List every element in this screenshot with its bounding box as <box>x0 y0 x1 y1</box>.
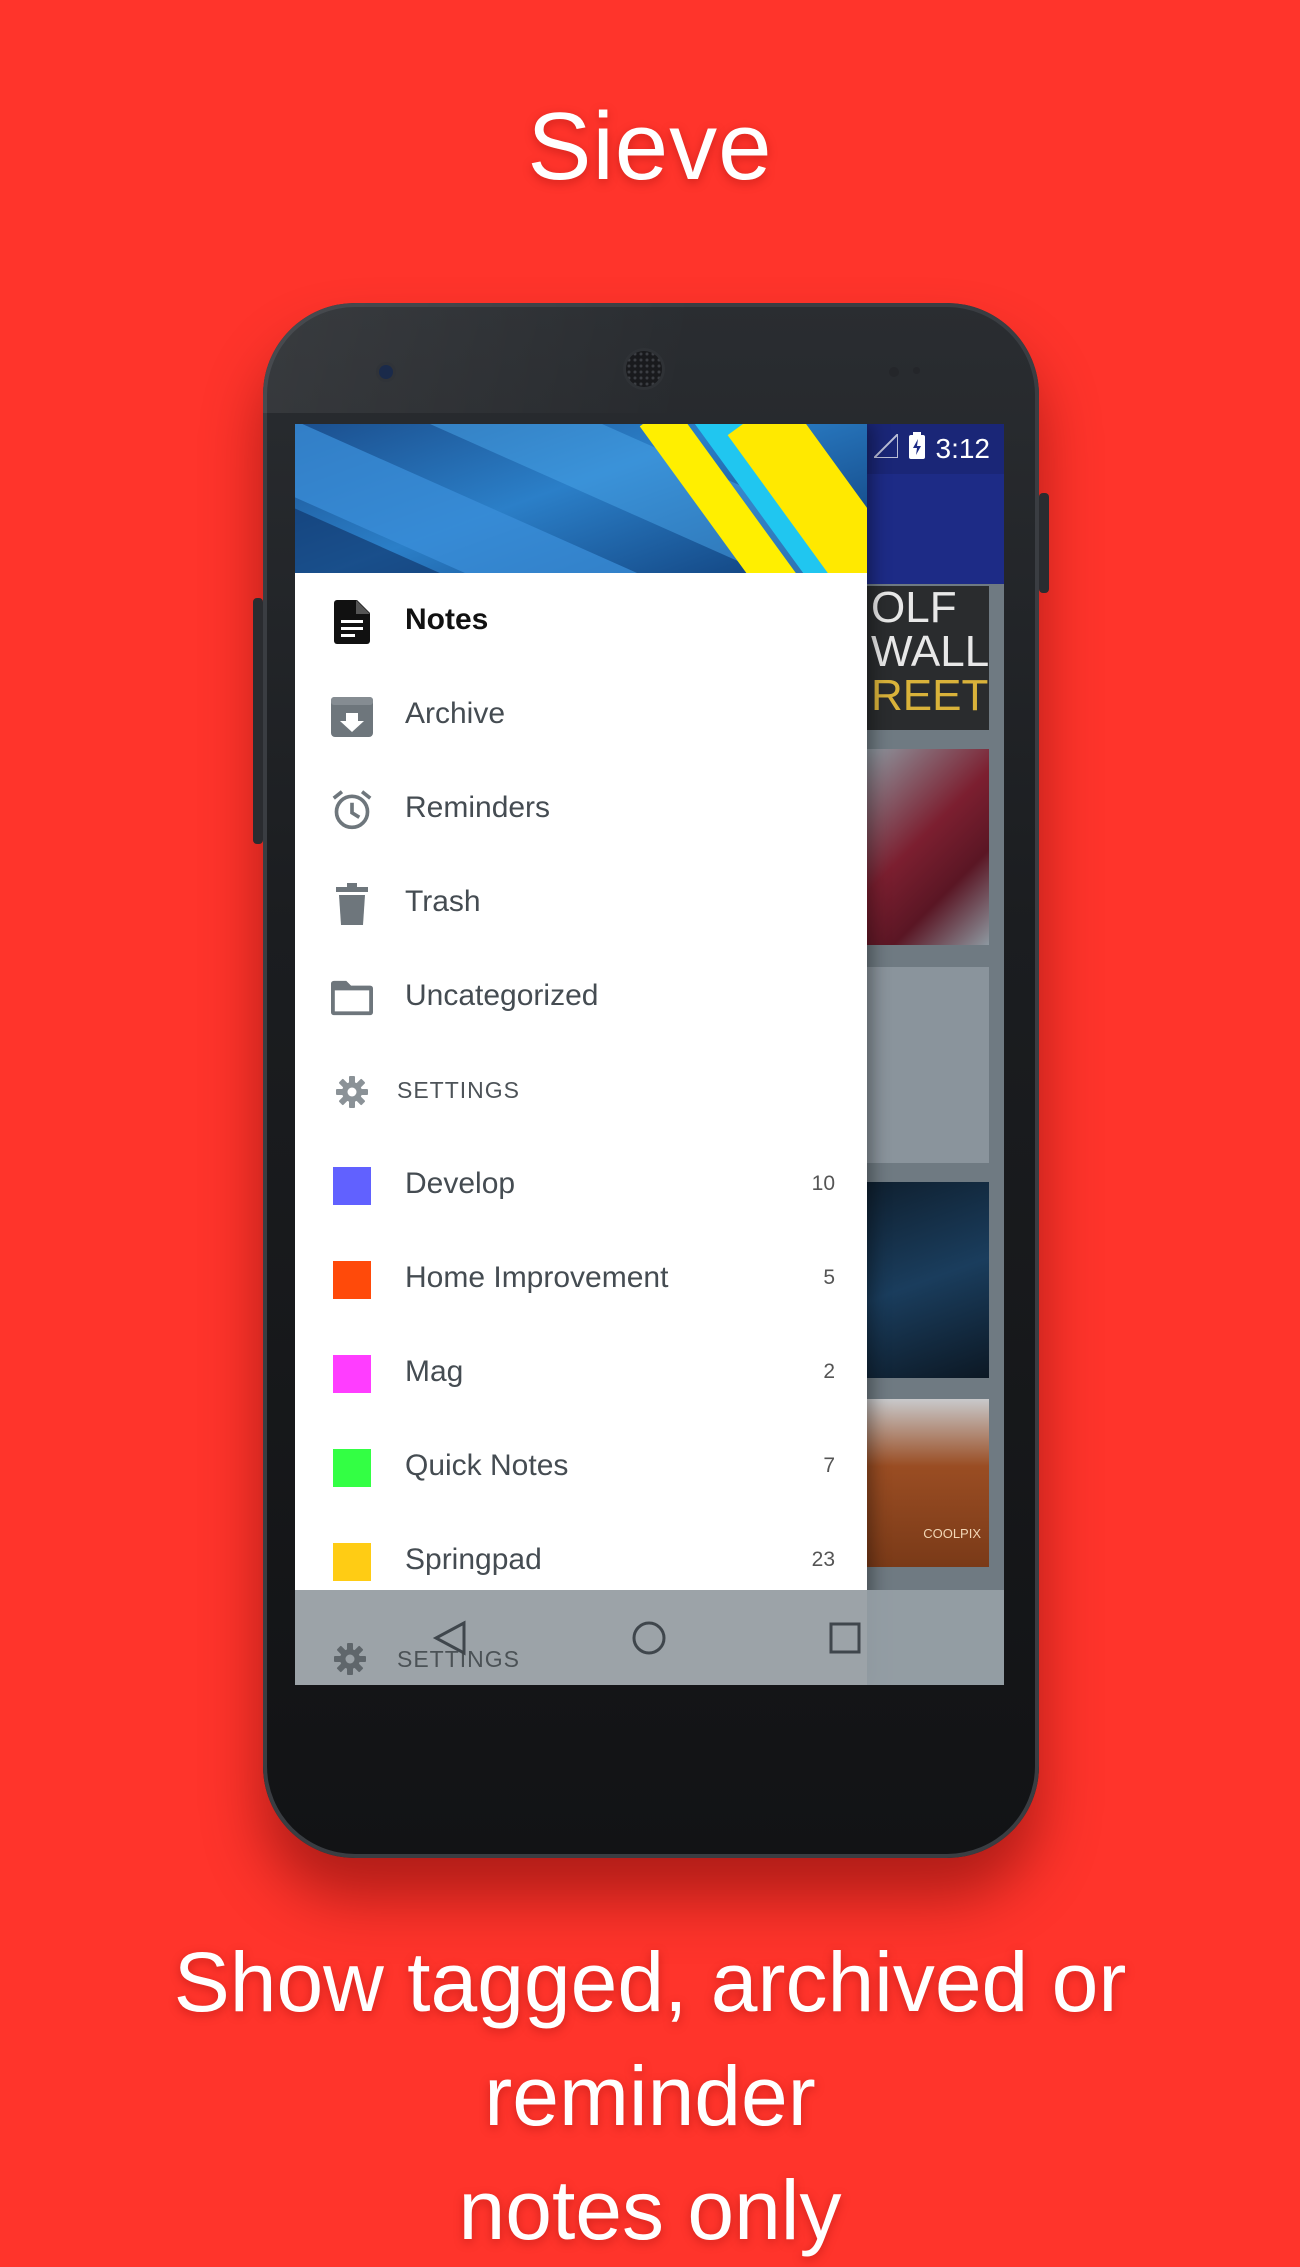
archive-icon <box>331 695 373 737</box>
category-item-develop[interactable]: Develop 10 <box>295 1137 867 1231</box>
light-sensor <box>913 367 920 374</box>
drawer-menu: Notes Archive Reminders Trash Uncategori… <box>295 573 867 1607</box>
proximity-sensor <box>889 367 899 377</box>
notes-icon <box>331 600 373 644</box>
category-count: 5 <box>823 1266 835 1289</box>
drawer-item-label: Reminders <box>405 791 551 824</box>
category-color-swatch <box>331 1447 373 1489</box>
drawer-item-reminders[interactable]: Reminders <box>295 761 867 855</box>
promo-caption-line: Show tagged, archived or reminder <box>173 1935 1127 2143</box>
phone-screen: OLF WALL REET COOLPIX 3:12 Notes Archive… <box>295 424 1004 1685</box>
category-label: Develop <box>405 1167 516 1200</box>
alarm-icon <box>331 789 373 831</box>
drawer-item-label: Notes <box>405 603 489 636</box>
navigation-drawer: Notes Archive Reminders Trash Uncategori… <box>295 424 867 1685</box>
drawer-item-label: Archive <box>405 697 506 730</box>
category-label: Home Improvement <box>405 1261 669 1294</box>
drawer-header-image <box>295 424 867 573</box>
note-card[interactable] <box>867 1182 989 1378</box>
camera-brand-text: COOLPIX <box>923 1526 981 1541</box>
drawer-item-label: Trash <box>405 885 481 918</box>
footer-settings-label: SETTINGS <box>397 1646 521 1672</box>
trash-icon <box>331 883 373 925</box>
clock: 3:12 <box>935 433 991 464</box>
settings-label: SETTINGS <box>397 1076 521 1103</box>
note-card-image-text: OLF WALL REET <box>871 583 990 720</box>
volume-button <box>253 598 263 844</box>
category-color-swatch <box>331 1259 373 1301</box>
note-card[interactable] <box>867 967 989 1163</box>
signal-icon <box>871 431 899 465</box>
category-color-swatch <box>331 1165 373 1207</box>
power-button <box>1039 493 1049 593</box>
front-camera <box>379 365 393 379</box>
drawer-item-trash[interactable]: Trash <box>295 855 867 949</box>
battery-charging-icon <box>908 431 926 467</box>
earpiece-speaker <box>626 351 662 387</box>
drawer-item-archive[interactable]: Archive <box>295 667 867 761</box>
gear-icon <box>333 1642 367 1680</box>
drawer-settings-row[interactable]: SETTINGS <box>295 1043 867 1137</box>
note-card[interactable]: OLF WALL REET <box>867 586 989 730</box>
category-color-swatch <box>331 1353 373 1395</box>
category-count: 2 <box>823 1360 835 1383</box>
drawer-footer-settings[interactable]: SETTINGS <box>295 1590 867 1685</box>
drawer-item-uncategorized[interactable]: Uncategorized <box>295 949 867 1043</box>
category-item-home-improvement[interactable]: Home Improvement 5 <box>295 1231 867 1325</box>
category-label: Quick Notes <box>405 1449 569 1482</box>
note-card[interactable] <box>867 749 989 945</box>
note-card[interactable]: COOLPIX <box>867 1399 989 1567</box>
category-count: 23 <box>811 1548 835 1571</box>
promo-caption-line: notes only <box>458 2163 842 2257</box>
category-item-mag[interactable]: Mag 2 <box>295 1325 867 1419</box>
drawer-item-notes[interactable]: Notes <box>295 573 867 667</box>
promo-title: Sieve <box>527 93 773 200</box>
promo-caption: Show tagged, archived or reminder notes … <box>0 1925 1300 2267</box>
category-label: Mag <box>405 1355 464 1388</box>
category-color-swatch <box>331 1541 373 1583</box>
category-label: Springpad <box>405 1543 542 1576</box>
category-count: 7 <box>823 1454 835 1477</box>
drawer-item-label: Uncategorized <box>405 979 599 1012</box>
category-count: 10 <box>811 1172 835 1195</box>
category-item-quick-notes[interactable]: Quick Notes 7 <box>295 1419 867 1513</box>
gear-icon <box>331 1071 373 1113</box>
folder-icon <box>331 977 373 1019</box>
